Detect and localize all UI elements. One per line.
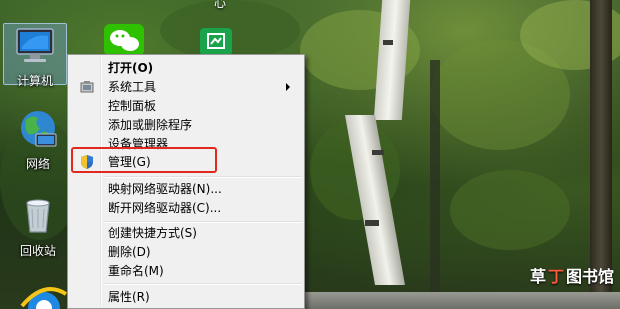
- menu-item-label: 添加或删除程序: [108, 118, 193, 132]
- context-menu: 打开(O) 系统工具 控制面板 添加或删除程序 设备管理器 管理(G) 映射网络…: [67, 54, 305, 309]
- menu-item-label: 属性(R): [108, 290, 150, 304]
- desktop-icon-label: 回收站: [19, 244, 56, 258]
- menu-item-map-network-drive[interactable]: 映射网络驱动器(N)...: [70, 179, 302, 198]
- partial-desktop-label: 心: [214, 0, 227, 10]
- computer-icon: [16, 28, 54, 62]
- desktop-icon-recycle-bin[interactable]: 回收站: [6, 195, 70, 259]
- menu-item-label: 系统工具: [108, 80, 157, 94]
- menu-separator: [104, 283, 302, 285]
- menu-item-label: 重命名(M): [108, 264, 164, 278]
- menu-item-label: 创建快捷方式(S): [108, 226, 197, 240]
- recycle-bin-icon: [26, 199, 50, 233]
- system-tools-icon: [70, 77, 104, 96]
- internet-explorer-icon: [20, 287, 68, 309]
- menu-separator: [104, 176, 302, 178]
- menu-item-label: 断开网络驱动器(C)...: [108, 201, 222, 215]
- watermark: 草丁图书馆: [530, 263, 614, 287]
- menu-item-label: 删除(D): [108, 245, 151, 259]
- watermark-text-1: 草: [529, 267, 546, 286]
- desktop-icon-network[interactable]: 网络: [6, 108, 70, 172]
- menu-item-label: 控制面板: [108, 99, 157, 113]
- menu-item-rename[interactable]: 重命名(M): [70, 261, 302, 280]
- menu-item-label: 打开(O): [108, 61, 154, 75]
- watermark-text-3: 图书馆: [565, 267, 614, 286]
- desktop-icon-internet-explorer[interactable]: [20, 284, 68, 309]
- network-globe-icon: [21, 111, 57, 147]
- desktop-icon-computer[interactable]: 计算机: [3, 23, 67, 88]
- submenu-arrow-icon: [286, 83, 290, 91]
- menu-item-system-tools[interactable]: 系统工具: [70, 77, 302, 96]
- desktop-icon-label: 网络: [25, 157, 50, 171]
- watermark-text-2: 丁: [547, 267, 564, 286]
- menu-item-delete[interactable]: 删除(D): [70, 242, 302, 261]
- menu-item-add-remove-programs[interactable]: 添加或删除程序: [70, 115, 302, 134]
- wechat-icon: [104, 24, 144, 56]
- menu-item-control-panel[interactable]: 控制面板: [70, 96, 302, 115]
- desktop-icon-label: 计算机: [16, 74, 53, 88]
- green-app-icon: [200, 28, 232, 56]
- menu-item-open[interactable]: 打开(O): [70, 58, 302, 77]
- menu-item-properties[interactable]: 属性(R): [70, 287, 302, 306]
- highlight-annotation-box: [71, 147, 217, 173]
- menu-item-create-shortcut[interactable]: 创建快捷方式(S): [70, 223, 302, 242]
- menu-item-label: 映射网络驱动器(N)...: [108, 182, 222, 196]
- menu-item-disconnect-network-drive[interactable]: 断开网络驱动器(C)...: [70, 198, 302, 217]
